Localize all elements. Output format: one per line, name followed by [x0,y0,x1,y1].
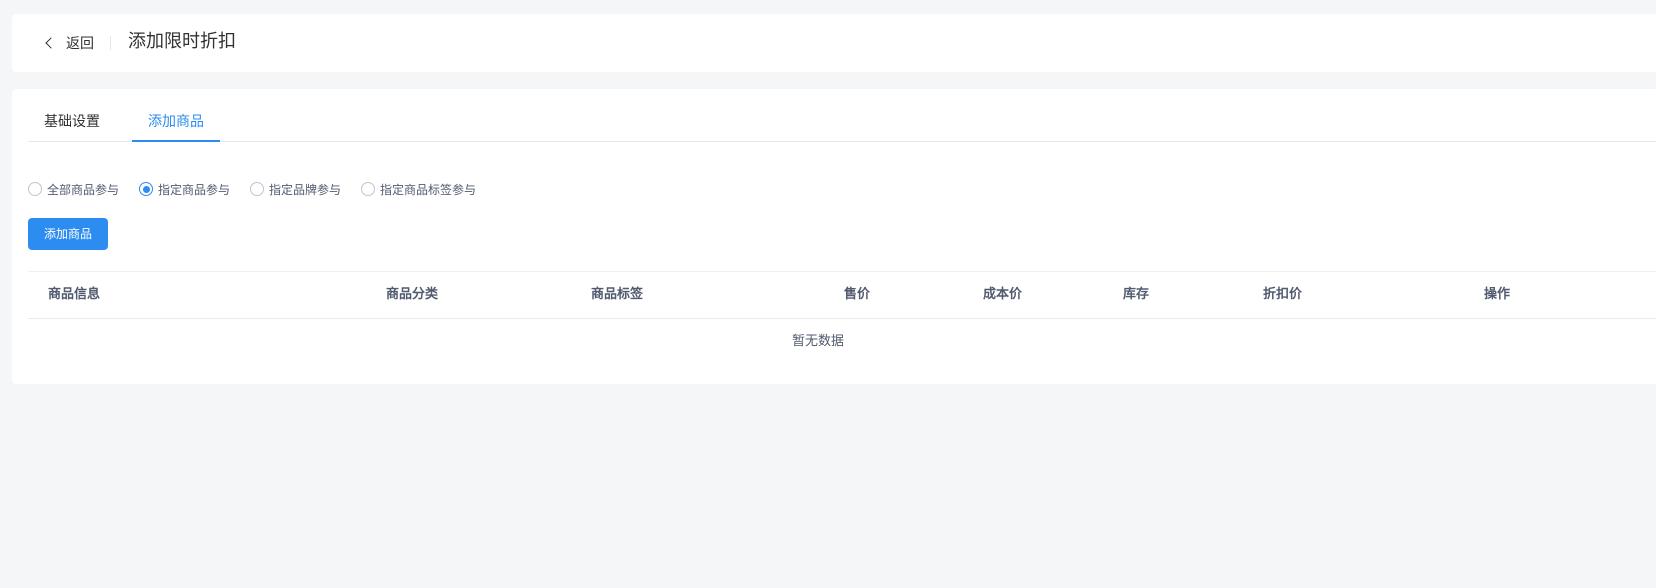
column-header-tag: 商品标签 [591,287,644,302]
tab-add-goods[interactable]: 添加商品 [132,103,220,141]
add-goods-button[interactable]: 添加商品 [28,218,108,250]
back-button[interactable]: 返回 [44,32,94,54]
back-label: 返回 [66,36,94,52]
tab-bar: 基础设置 添加商品 [28,103,1656,142]
goods-table: 商品信息 商品分类 商品标签 售价 成本价 库存 折扣价 操作 暂无数据 [28,271,1656,365]
radio-specified-brand[interactable]: 指定品牌参与 [250,181,341,198]
radio-circle-icon [361,182,376,196]
table-header: 商品信息 商品分类 商品标签 售价 成本价 库存 折扣价 操作 [28,271,1656,319]
column-header-cost-price: 成本价 [983,287,1023,302]
table-empty-text: 暂无数据 [791,334,844,349]
header-divider [110,36,111,50]
chevron-left-icon [45,37,57,49]
radio-specified-goods[interactable]: 指定商品参与 [139,181,230,198]
main-card: 基础设置 添加商品 全部商品参与 指定商品参与 指定品牌参与 指定商品标签参与 … [12,89,1656,384]
column-header-actions: 操作 [1484,287,1511,302]
radio-label: 指定商品参与 [158,182,231,197]
radio-label: 全部商品参与 [47,182,120,197]
radio-specified-tag[interactable]: 指定商品标签参与 [361,181,476,198]
radio-circle-icon [28,182,42,196]
page-header: 返回 添加限时折扣 [12,14,1656,72]
column-header-discount-price: 折扣价 [1263,287,1303,302]
radio-all-goods[interactable]: 全部商品参与 [28,181,119,198]
column-header-goods-info: 商品信息 [48,287,101,302]
column-header-price: 售价 [844,287,871,302]
radio-circle-icon [250,182,265,196]
radio-checked-icon [139,182,154,196]
page-title: 添加限时折扣 [128,31,236,52]
active-tab-indicator [132,140,220,142]
column-header-stock: 库存 [1123,287,1150,302]
radio-label: 指定商品标签参与 [380,182,477,197]
participation-radio-group: 全部商品参与 指定商品参与 指定品牌参与 指定商品标签参与 [28,180,496,198]
radio-label: 指定品牌参与 [269,182,342,197]
column-header-category: 商品分类 [386,287,439,302]
tab-basic-settings[interactable]: 基础设置 [28,103,116,141]
